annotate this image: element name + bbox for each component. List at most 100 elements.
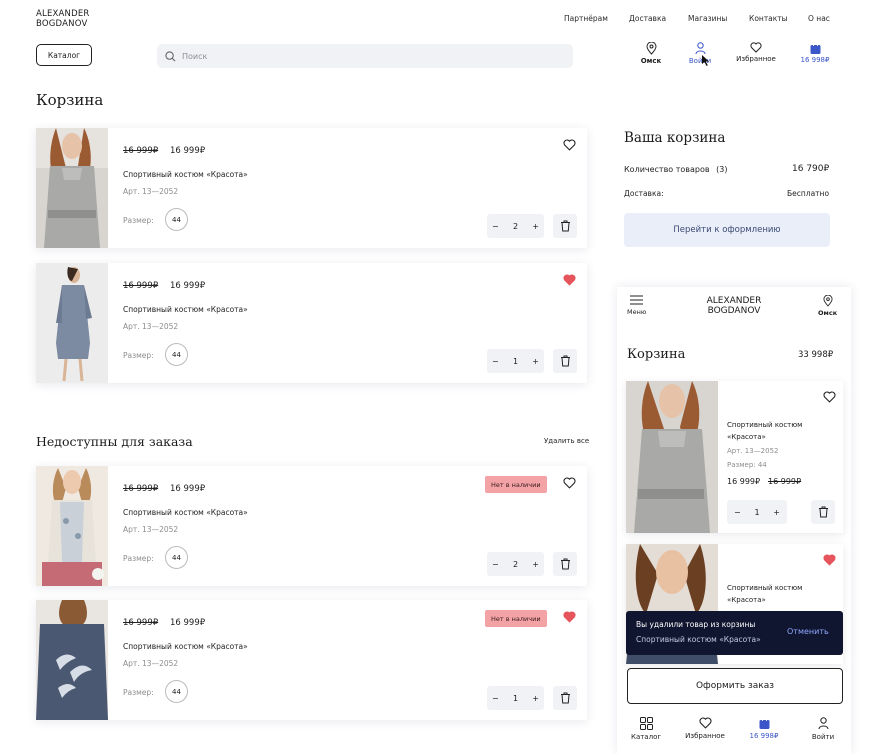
quantity-value: 2 xyxy=(512,559,519,569)
product-image[interactable] xyxy=(36,600,108,720)
old-price: 16 999₽ xyxy=(123,618,159,628)
catalog-button[interactable]: Каталог xyxy=(36,44,92,66)
mobile-title: Корзина xyxy=(627,347,686,362)
cart-total-label: 16 998₽ xyxy=(800,56,830,64)
delete-button[interactable] xyxy=(553,349,577,373)
place-order-button[interactable]: Оформить заказ xyxy=(627,668,843,704)
quantity-value: 1 xyxy=(754,507,760,517)
minus-icon[interactable]: − xyxy=(492,694,499,703)
mobile-logo[interactable]: ALEXANDER BOGDANOV xyxy=(704,296,764,316)
nav-stores[interactable]: Магазины xyxy=(688,14,727,23)
quantity-stepper: − 1 + xyxy=(487,349,544,373)
item-count-label: Количество товаров xyxy=(624,165,710,174)
delivery-label: Доставка: xyxy=(624,189,664,198)
article-number: Арт. 13—2052 xyxy=(123,525,179,534)
trash-icon xyxy=(560,220,570,232)
heart-icon xyxy=(699,717,711,729)
user-icon xyxy=(695,42,705,55)
grid-icon xyxy=(639,717,653,730)
checkout-button[interactable]: Перейти к оформлению xyxy=(624,213,830,247)
search-placeholder: Поиск xyxy=(182,51,208,61)
remove-all-link[interactable]: Удалить все xyxy=(544,437,589,445)
price: 16 999₽ xyxy=(170,281,206,291)
plus-icon[interactable]: + xyxy=(532,222,539,231)
delivery-value: Бесплатно xyxy=(787,189,830,198)
delete-button[interactable] xyxy=(553,686,577,710)
nav-delivery[interactable]: Доставка xyxy=(629,14,666,23)
nav-about[interactable]: О нас xyxy=(808,14,830,23)
nav-contacts[interactable]: Контакты xyxy=(749,14,788,23)
mobile-city[interactable]: Омск xyxy=(818,295,837,317)
plus-icon[interactable]: + xyxy=(532,560,539,569)
location-pin-icon xyxy=(823,295,833,307)
delete-button[interactable] xyxy=(553,214,577,238)
city-selector[interactable]: Омск xyxy=(631,42,671,65)
size-badge: 44 xyxy=(165,208,188,231)
product-name[interactable]: Спортивный костюм «Красота» xyxy=(123,642,248,651)
search-icon xyxy=(165,50,176,61)
product-name[interactable]: Спортивный костюм «Красота» xyxy=(123,508,248,517)
trash-icon xyxy=(560,692,570,704)
product-name[interactable]: Спортивный костюм «Красота» xyxy=(123,170,248,179)
undo-toast: Вы удалили товар из корзины Спортивный к… xyxy=(626,611,843,655)
quantity-value: 1 xyxy=(512,356,519,366)
favorites-link[interactable]: Избранное xyxy=(735,42,777,63)
toast-product: Спортивный костюм «Красота» xyxy=(636,635,761,644)
size-badge: 44 xyxy=(165,680,188,703)
login-link[interactable]: Войти xyxy=(680,42,720,65)
minus-icon[interactable]: − xyxy=(492,560,499,569)
plus-icon[interactable]: + xyxy=(773,508,780,517)
tab-favorites[interactable]: Избранное xyxy=(680,717,730,740)
heart-outline-icon[interactable] xyxy=(823,391,836,403)
delete-button[interactable] xyxy=(811,500,835,524)
old-price: 16 999₽ xyxy=(768,477,802,486)
size-label: Размер: xyxy=(123,688,154,697)
heart-filled-icon[interactable] xyxy=(563,274,576,286)
old-price: 16 999₽ xyxy=(123,281,159,291)
heart-outline-icon[interactable] xyxy=(563,139,576,151)
menu-icon xyxy=(630,295,644,305)
heart-filled-icon[interactable] xyxy=(563,611,576,623)
summary-title: Ваша корзина xyxy=(624,130,726,146)
search-input[interactable]: Поиск xyxy=(157,44,573,68)
delete-button[interactable] xyxy=(553,552,577,576)
nav-partners[interactable]: Партнёрам xyxy=(564,14,608,23)
mobile-cart-total: 33 998₽ xyxy=(798,350,834,360)
tab-catalog[interactable]: Каталог xyxy=(621,717,671,741)
product-image[interactable] xyxy=(36,128,108,248)
plus-icon[interactable]: + xyxy=(532,357,539,366)
minus-icon[interactable]: − xyxy=(492,357,499,366)
toast-message: Вы удалили товар из корзины xyxy=(636,620,756,629)
item-count: (3) xyxy=(716,165,728,174)
undo-button[interactable]: Отменить xyxy=(787,627,829,636)
product-name[interactable]: Спортивный костюм «Красота» xyxy=(123,305,248,314)
menu-label: Меню xyxy=(627,308,647,316)
shopping-bag-icon xyxy=(810,42,820,54)
quantity-value: 2 xyxy=(512,221,519,231)
tab-login[interactable]: Войти xyxy=(798,717,848,741)
article-number: Арт. 13—2052 xyxy=(123,659,179,668)
size-label: Размер: xyxy=(123,216,154,225)
tab-cart[interactable]: 16 998₽ xyxy=(739,717,789,740)
minus-icon[interactable]: − xyxy=(492,222,499,231)
page-title: Корзина xyxy=(36,91,104,109)
product-name[interactable]: Спортивный костюм «Красота» xyxy=(727,419,802,443)
product-image[interactable] xyxy=(36,263,108,383)
menu-button[interactable]: Меню xyxy=(627,295,646,316)
minus-icon[interactable]: − xyxy=(734,508,741,517)
brand-logo[interactable]: ALEXANDER BOGDANOV xyxy=(36,9,90,29)
product-image[interactable] xyxy=(36,466,108,586)
price: 16 999₽ xyxy=(170,484,206,494)
old-price: 16 999₽ xyxy=(123,146,159,156)
favorites-label: Избранное xyxy=(736,55,776,63)
product-name[interactable]: Спортивный костюм «Красота» xyxy=(727,582,802,606)
plus-icon[interactable]: + xyxy=(532,694,539,703)
unavailable-item: 16 999₽ 16 999₽ Спортивный костюм «Красо… xyxy=(36,466,587,586)
mobile-tab-bar: Каталог Избранное 16 998₽ Войти xyxy=(617,712,851,754)
heart-filled-icon[interactable] xyxy=(823,554,836,566)
heart-outline-icon[interactable] xyxy=(563,477,576,489)
cart-link[interactable]: 16 998₽ xyxy=(795,42,835,64)
article-number: Арт. 13—2052 xyxy=(727,447,779,455)
unavailable-item: 16 999₽ 16 999₽ Спортивный костюм «Красо… xyxy=(36,600,587,720)
product-image[interactable] xyxy=(626,381,718,533)
